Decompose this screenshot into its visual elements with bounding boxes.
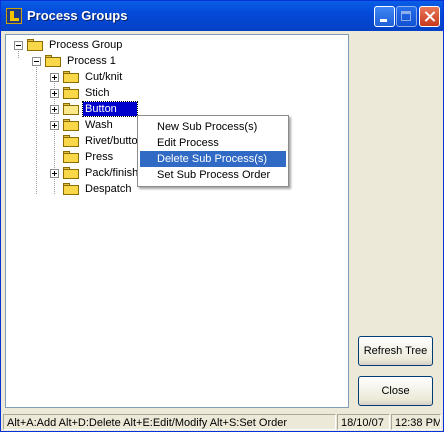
folder-icon: [63, 167, 79, 179]
folder-icon: [63, 135, 79, 147]
collapse-icon[interactable]: [14, 41, 23, 50]
expand-icon[interactable]: [50, 105, 59, 114]
tree-node-label: Cut/knit: [85, 71, 123, 83]
menu-item-delete-sub-process[interactable]: Delete Sub Process(s): [140, 151, 286, 167]
window-title: Process Groups: [27, 8, 128, 23]
folder-icon: [63, 183, 79, 195]
folder-icon: [63, 71, 79, 83]
expand-icon[interactable]: [50, 89, 59, 98]
status-bar: Alt+A:Add Alt+D:Delete Alt+E:Edit/Modify…: [1, 413, 443, 431]
open-folder-icon: [63, 103, 79, 115]
minimize-button[interactable]: [374, 6, 395, 27]
status-time: 12:38 PM: [391, 414, 441, 430]
expand-icon[interactable]: [50, 169, 59, 178]
process-tree[interactable]: Process Group Process 1 Cut/knit Stich B…: [5, 34, 349, 408]
tree-node-label: Pack/finish: [85, 167, 139, 179]
context-menu: New Sub Process(s) Edit Process Delete S…: [137, 115, 289, 187]
tree-node-label: Despatch: [85, 183, 132, 195]
tree-node-label: Stich: [85, 87, 110, 99]
process-groups-window: Process Groups Process Group Process 1 C…: [0, 0, 444, 432]
tree-node-label: Process 1: [67, 55, 116, 67]
close-button[interactable]: Close: [358, 376, 433, 406]
menu-item-new-sub-process[interactable]: New Sub Process(s): [140, 119, 286, 135]
shortcut-hints: Alt+A:Add Alt+D:Delete Alt+E:Edit/Modify…: [3, 414, 336, 430]
menu-item-edit-process[interactable]: Edit Process: [140, 135, 286, 151]
tree-node-label: Wash: [85, 119, 113, 131]
tree-connector: [36, 64, 37, 194]
tree-node-label: Process Group: [49, 39, 123, 51]
folder-icon: [63, 151, 79, 163]
folder-icon: [63, 87, 79, 99]
title-bar[interactable]: Process Groups: [1, 1, 443, 31]
folder-icon: [45, 55, 61, 67]
expand-icon[interactable]: [50, 121, 59, 130]
app-icon: [6, 8, 22, 24]
maximize-button[interactable]: [396, 6, 417, 27]
close-window-button[interactable]: [419, 6, 440, 27]
tree-node-label: Rivet/butto: [85, 135, 138, 147]
status-date: 18/10/07: [337, 414, 390, 430]
tree-node-label-selected: Button: [82, 101, 138, 117]
refresh-tree-button[interactable]: Refresh Tree: [358, 336, 433, 366]
tree-node-label: Press: [85, 151, 114, 163]
folder-icon: [63, 119, 79, 131]
folder-icon: [27, 39, 43, 51]
expand-icon[interactable]: [50, 73, 59, 82]
collapse-icon[interactable]: [32, 57, 41, 66]
menu-item-set-sub-process-order[interactable]: Set Sub Process Order: [140, 167, 286, 183]
